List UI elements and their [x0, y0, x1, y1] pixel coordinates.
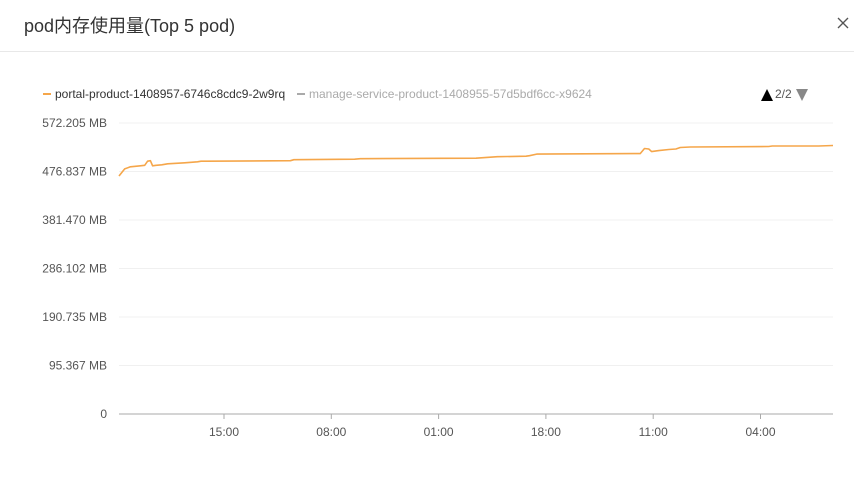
- triangle-up-icon[interactable]: [761, 89, 773, 101]
- y-tick-label: 381.470 MB: [42, 213, 107, 227]
- x-tick-label: 18:00: [531, 425, 561, 439]
- x-tick-label: 01:00: [424, 425, 454, 439]
- y-tick-label: 476.837 MB: [42, 165, 107, 179]
- y-tick-label: 190.735 MB: [42, 310, 107, 324]
- grid-lines: [119, 122, 833, 366]
- legend-item-manage-service-product[interactable]: manage-service-product-1408955-57d5bdf6c…: [297, 87, 592, 101]
- x-tick-label: 08:00: [316, 425, 346, 439]
- x-tick-label: 15:00: [209, 425, 239, 439]
- legend-pager: 2/2: [761, 87, 808, 101]
- legend-item-portal-product[interactable]: portal-product-1408957-6746c8cdc9-2w9rq: [43, 87, 285, 101]
- y-tick-label: 286.102 MB: [42, 262, 107, 276]
- x-tick-label: 11:00: [639, 425, 668, 439]
- y-tick-label: 95.367 MB: [49, 359, 107, 373]
- legend: portal-product-1408957-6746c8cdc9-2w9rq …: [43, 87, 808, 101]
- x-tick-label: 04:00: [745, 425, 775, 439]
- memory-line-chart: 572.205 MB 476.837 MB 381.470 MB 286.102 MB…: [42, 87, 834, 439]
- triangle-down-icon[interactable]: [796, 89, 808, 101]
- y-tick-label: 0: [100, 407, 107, 421]
- legend-label: portal-product-1408957-6746c8cdc9-2w9rq: [55, 87, 285, 101]
- x-axis: 15:00 08:00 01:00 18:00 11:00 04:00: [119, 413, 833, 439]
- y-tick-label: 572.205 MB: [42, 116, 107, 130]
- y-axis: 572.205 MB 476.837 MB 381.470 MB 286.102 MB…: [42, 116, 107, 421]
- pager-text: 2/2: [775, 87, 792, 101]
- legend-label: manage-service-product-1408955-57d5bdf6c…: [309, 87, 592, 101]
- memory-usage-dialog: pod内存使用量(Top 5 pod) 572.205 MB 476.837 MB…: [0, 0, 854, 503]
